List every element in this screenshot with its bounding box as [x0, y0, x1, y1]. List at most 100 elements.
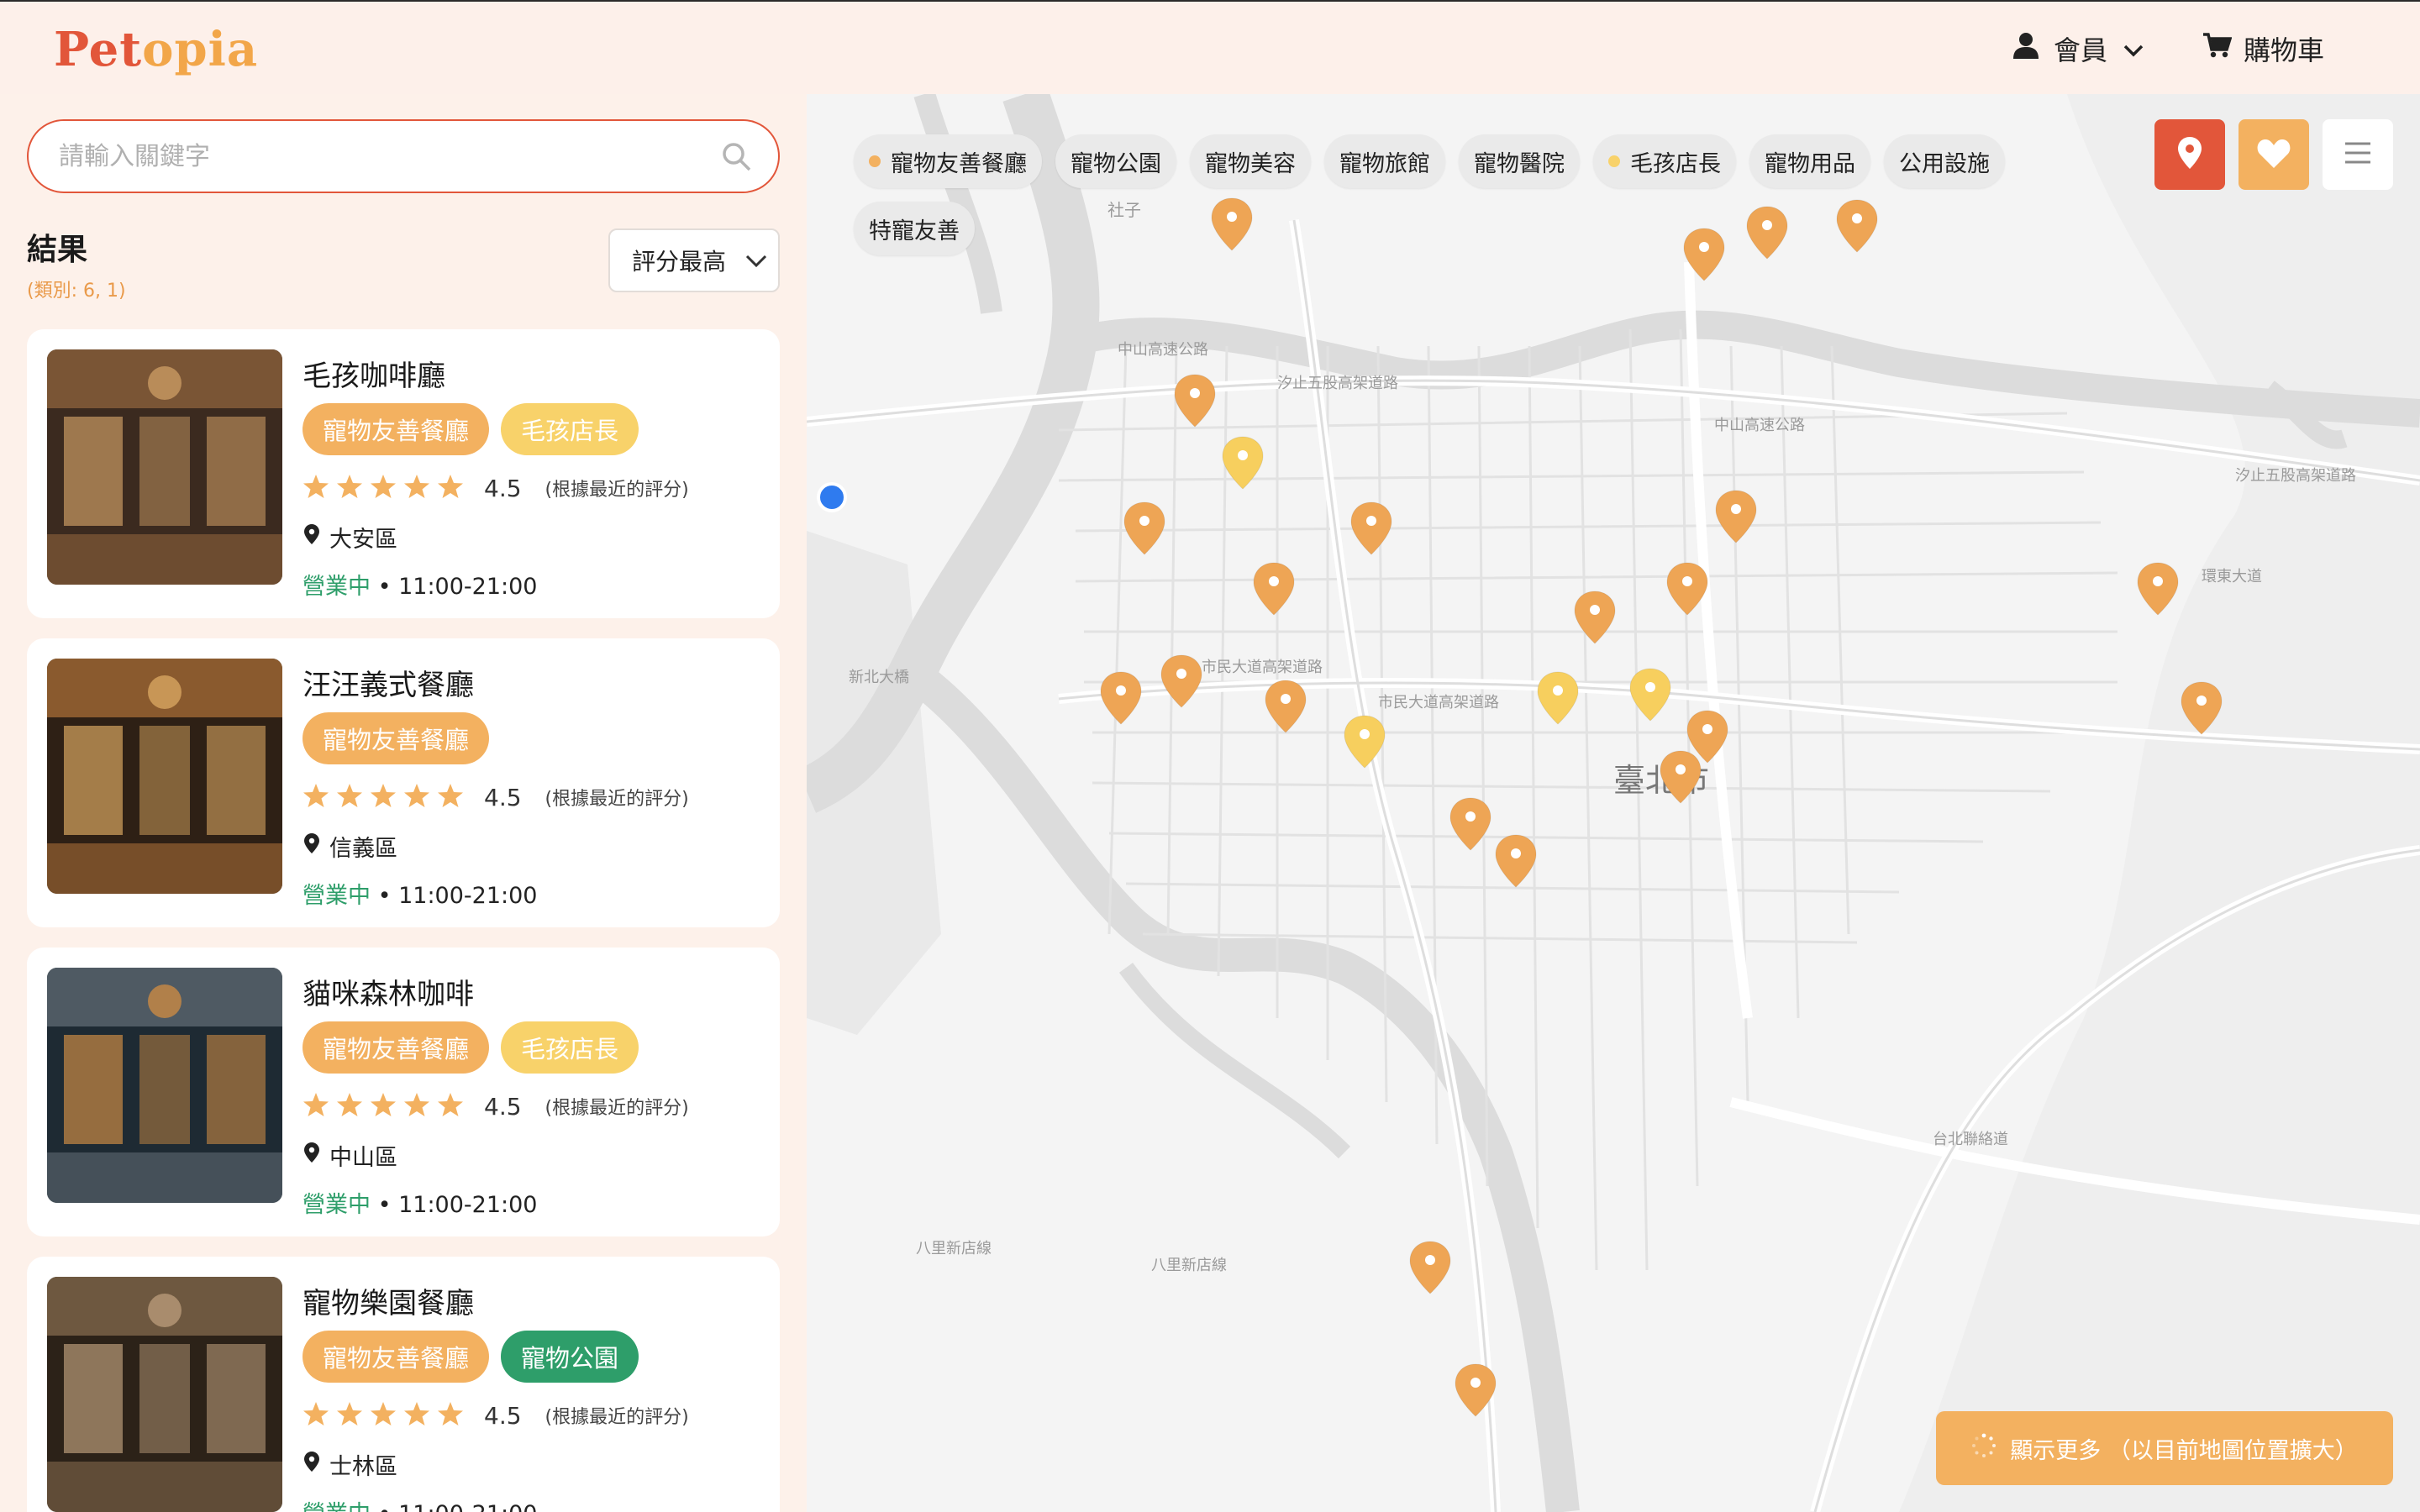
category-chip[interactable]: 寵物公園 — [1055, 134, 1176, 188]
map-marker-icon[interactable] — [1494, 833, 1538, 889]
location-button[interactable] — [2154, 119, 2225, 190]
category-chip[interactable]: 特寵友善 — [854, 202, 975, 255]
result-card[interactable]: 毛孩咖啡廳 寵物友善餐廳 毛孩店長 4.5 (根據最近的評分) 大安區 營業中 •… — [27, 329, 780, 618]
map-marker-icon[interactable] — [1454, 1362, 1497, 1418]
search-icon[interactable] — [721, 141, 753, 176]
chip-label: 毛孩店長 — [1630, 150, 1721, 177]
place-name[interactable]: 毛孩咖啡廳 — [302, 353, 445, 394]
sort-select[interactable]: 評分最高 — [608, 228, 780, 292]
map-marker-icon[interactable] — [1573, 590, 1617, 645]
chip-dot — [1608, 155, 1620, 167]
star-icon — [403, 783, 430, 811]
map-marker-icon[interactable] — [1099, 670, 1143, 726]
map-marker-icon[interactable] — [1628, 667, 1672, 722]
chip-label: 公用設施 — [1899, 150, 1990, 177]
chip-label: 寵物旅館 — [1339, 150, 1430, 177]
results-category-filter: (類別: 6, 1) — [27, 281, 126, 302]
category-chip[interactable]: 寵物友善餐廳 — [854, 134, 1042, 188]
map-marker-icon[interactable] — [1349, 501, 1393, 556]
chip-dot — [869, 155, 881, 167]
map-marker-icon[interactable] — [1160, 654, 1203, 709]
map-marker-icon[interactable] — [1221, 435, 1265, 491]
road-label: 新北大橋 — [849, 669, 909, 686]
district-label: 士林區 — [329, 1454, 397, 1480]
hours-text: 11:00-21:00 — [398, 1192, 538, 1218]
map-marker-icon[interactable] — [1264, 679, 1307, 734]
category-tag: 毛孩店長 — [501, 403, 639, 455]
map-marker-icon[interactable] — [2180, 680, 2223, 736]
favorites-button[interactable] — [2238, 119, 2309, 190]
category-tag: 寵物友善餐廳 — [302, 1331, 490, 1383]
map-marker-icon[interactable] — [1659, 749, 1702, 805]
result-card[interactable]: 貓咪森林咖啡 寵物友善餐廳 毛孩店長 4.5 (根據最近的評分) 中山區 營業中 … — [27, 948, 780, 1236]
hours-text: 11:00-21:00 — [398, 883, 538, 909]
show-more-label: 顯示更多 （以目前地圖位置擴大） — [2010, 1437, 2358, 1464]
map-marker-icon[interactable] — [1252, 561, 1296, 617]
category-chip[interactable]: 寵物旅館 — [1324, 134, 1445, 188]
map-pin-icon — [2178, 137, 2202, 172]
category-tag: 寵物友善餐廳 — [302, 712, 490, 764]
hours-text: 11:00-21:00 — [398, 574, 538, 600]
road-label: 中山高速公路 — [1118, 341, 1208, 359]
member-menu[interactable]: 會員 — [2013, 30, 2144, 67]
map-marker-icon[interactable] — [1343, 714, 1386, 769]
category-chip[interactable]: 寵物用品 — [1749, 134, 1870, 188]
star-icon — [370, 1092, 397, 1121]
result-card[interactable]: 汪汪義式餐廳 寵物友善餐廳 4.5 (根據最近的評分) 信義區 營業中 • 11… — [27, 638, 780, 927]
star-icon — [403, 1401, 430, 1430]
place-name[interactable]: 汪汪義式餐廳 — [302, 662, 474, 703]
category-chip[interactable]: 寵物醫院 — [1459, 134, 1580, 188]
category-tag: 寵物友善餐廳 — [302, 1021, 490, 1074]
search-input[interactable] — [59, 121, 714, 192]
category-chip[interactable]: 寵物美容 — [1190, 134, 1311, 188]
map-view[interactable]: 中山高速公路 汐止五股高架道路 市民大道高架道路 市民大道高架道路 環東大道 台… — [807, 94, 2420, 1512]
place-photo[interactable] — [47, 1277, 282, 1512]
map-base — [807, 94, 2420, 1512]
location-pin-icon — [304, 524, 319, 550]
map-marker-icon[interactable] — [1123, 501, 1166, 556]
rating: 4.5 (根據最近的評分) — [302, 783, 689, 811]
user-location-dot — [817, 482, 847, 512]
chevron-down-icon — [744, 247, 768, 275]
map-marker-icon[interactable] — [1449, 796, 1492, 852]
chip-label: 寵物公園 — [1071, 150, 1161, 177]
place-photo[interactable] — [47, 659, 282, 894]
rating-value: 4.5 — [484, 1092, 522, 1121]
place-name[interactable]: 貓咪森林咖啡 — [302, 971, 474, 1012]
category-chips: 寵物友善餐廳 寵物公園 寵物美容 寵物旅館 寵物醫院 毛孩店長 寵物用品 公用設施特寵友善 — [854, 134, 2013, 255]
road-label: 台北聯絡道 — [1933, 1131, 2008, 1148]
open-status: 營業中 — [302, 1192, 371, 1218]
map-marker-icon[interactable] — [2136, 561, 2180, 617]
map-marker-icon[interactable] — [1714, 489, 1758, 544]
result-card[interactable]: 寵物樂園餐廳 寵物友善餐廳寵物公園 4.5 (根據最近的評分) 士林區 營業中 … — [27, 1257, 780, 1512]
category-chip[interactable]: 毛孩店長 — [1593, 134, 1736, 188]
chip-label: 特寵友善 — [869, 218, 960, 244]
place-photo[interactable] — [47, 349, 282, 585]
results-sidebar: 結果 (類別: 6, 1) 評分最高 毛孩咖啡廳 寵物友善餐廳毛孩店長 4.5 … — [0, 94, 807, 1512]
chip-label: 寵物用品 — [1765, 150, 1855, 177]
show-more-button[interactable]: 顯示更多 （以目前地圖位置擴大） — [1936, 1411, 2393, 1485]
place-photo[interactable] — [47, 968, 282, 1203]
place-name[interactable]: 寵物樂園餐廳 — [302, 1280, 474, 1321]
place-location: 信義區 — [304, 830, 397, 863]
district-label: 大安區 — [329, 527, 397, 553]
chip-label: 寵物醫院 — [1474, 150, 1565, 177]
road-label: 八里新店線 — [916, 1240, 992, 1257]
map-marker-icon[interactable] — [1408, 1240, 1452, 1295]
chip-label: 寵物友善餐廳 — [891, 150, 1027, 177]
petopia-logo[interactable]: Petopia — [54, 22, 258, 77]
place-location: 中山區 — [304, 1139, 397, 1172]
category-chip[interactable]: 公用設施 — [1884, 134, 2005, 188]
map-marker-icon[interactable] — [1665, 561, 1709, 617]
place-location: 士林區 — [304, 1448, 397, 1481]
star-icon — [302, 1401, 329, 1430]
sort-label: 評分最高 — [632, 248, 727, 276]
opening-hours: 營業中 • 11:00-21:00 — [302, 1495, 537, 1512]
cart-link[interactable]: 購物車 — [2203, 30, 2324, 67]
map-marker-icon[interactable] — [1536, 670, 1580, 726]
rating: 4.5 (根據最近的評分) — [302, 1092, 689, 1121]
menu-button[interactable] — [2323, 119, 2393, 190]
map-marker-icon[interactable] — [1173, 373, 1217, 428]
location-pin-icon — [304, 1452, 319, 1478]
rating: 4.5 (根據最近的評分) — [302, 1401, 689, 1430]
